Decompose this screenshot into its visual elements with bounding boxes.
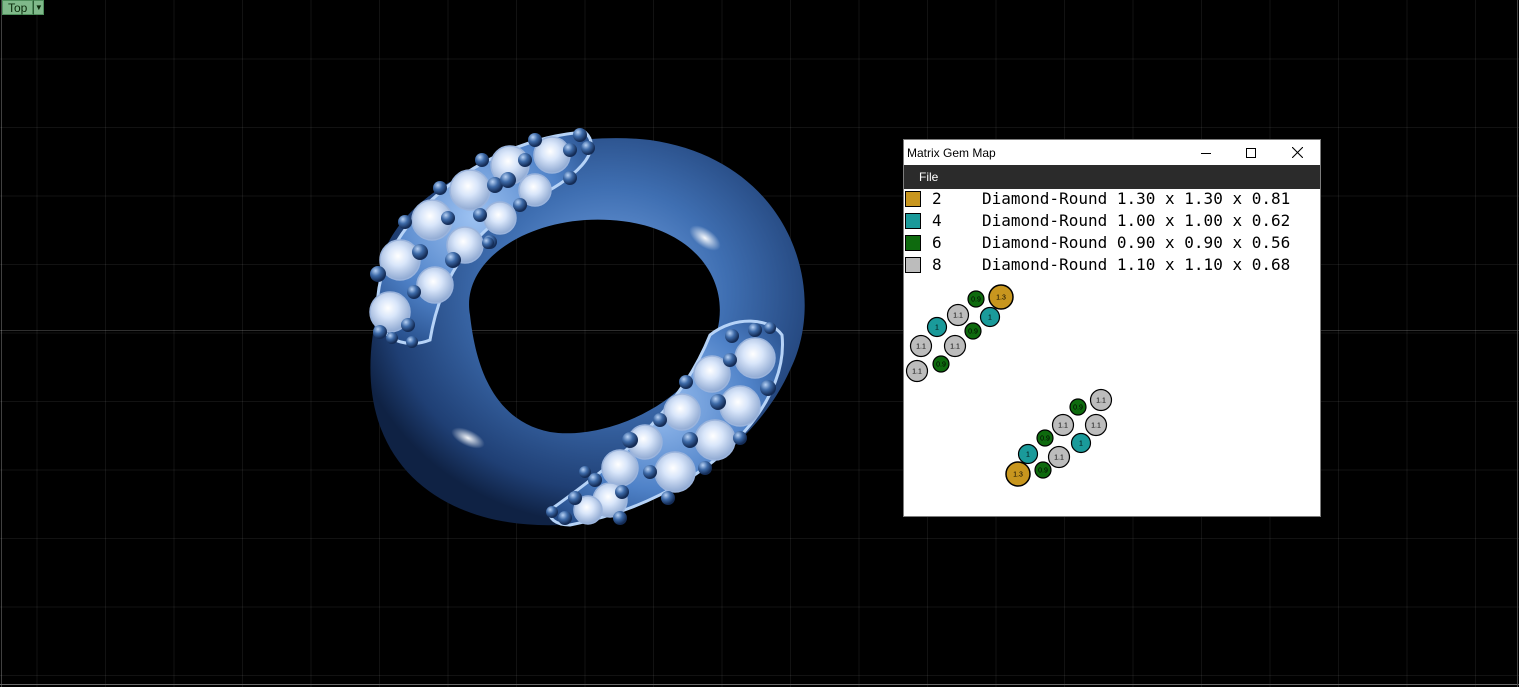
legend-description: Diamond-Round 1.30 x 1.30 x 0.81: [982, 189, 1291, 208]
gem-marker-label: 1.1: [953, 313, 963, 320]
gem-marker-label: 0.9: [936, 362, 946, 369]
gem-marker-label: 0.9: [971, 297, 981, 304]
gem-marker-label: 0.9: [1040, 436, 1050, 443]
close-icon[interactable]: [1274, 140, 1320, 165]
gem-marker-label: 1: [1079, 441, 1083, 448]
viewport-border-bottom: [0, 684, 1519, 685]
legend-count: 6: [932, 233, 942, 252]
gem-cluster-upper: 1.3 0.9 1 1.1 0.9 1 1.1 1.1 0.9 1.1: [905, 284, 1014, 383]
viewport-label[interactable]: Top ▼: [2, 0, 45, 15]
legend-row: 8 Diamond-Round 1.10 x 1.10 x 0.68: [904, 255, 1320, 277]
legend-swatch: [905, 213, 921, 229]
gem-marker-label: 1.1: [912, 369, 922, 376]
gem-marker-label: 1.3: [1013, 472, 1023, 479]
gem-marker-label: 1.1: [950, 344, 960, 351]
maximize-icon[interactable]: [1228, 140, 1274, 165]
legend-description: Diamond-Round 1.10 x 1.10 x 0.68: [982, 255, 1291, 274]
gem-legend: 2 Diamond-Round 1.30 x 1.30 x 0.81 4 Dia…: [904, 189, 1320, 277]
minimize-icon[interactable]: [1183, 140, 1229, 165]
gem-marker-label: 1: [935, 325, 939, 332]
menu-bar: File: [904, 165, 1320, 189]
gem-marker-label: 1: [1026, 452, 1030, 459]
ring-model[interactable]: [320, 120, 820, 540]
legend-description: Diamond-Round 0.90 x 0.90 x 0.56: [982, 233, 1291, 252]
gem-marker-label: 1.1: [916, 344, 926, 351]
legend-count: 2: [932, 189, 942, 208]
gem-map-canvas[interactable]: 1.3 0.9 1 1.1 0.9 1 1.1 1.1 0.9 1.1 1.1 …: [904, 277, 1320, 516]
gem-marker-label: 1.3: [996, 295, 1006, 302]
y-axis-line: [1, 0, 2, 687]
legend-count: 8: [932, 255, 942, 274]
gem-marker-label: 0.9: [1073, 405, 1083, 412]
legend-row: 4 Diamond-Round 1.00 x 1.00 x 0.62: [904, 211, 1320, 233]
legend-swatch: [905, 257, 921, 273]
menu-file[interactable]: File: [919, 170, 938, 184]
gem-marker-label: 1.1: [1091, 423, 1101, 430]
legend-swatch: [905, 191, 921, 207]
window-titlebar[interactable]: Matrix Gem Map: [904, 140, 1320, 165]
legend-row: 2 Diamond-Round 1.30 x 1.30 x 0.81: [904, 189, 1320, 211]
window-title: Matrix Gem Map: [907, 145, 996, 160]
legend-swatch: [905, 235, 921, 251]
viewport-menu-arrow-icon[interactable]: ▼: [33, 0, 45, 15]
gem-marker-label: 1.1: [1054, 455, 1064, 462]
viewport-border-right: [1517, 0, 1518, 687]
viewport-name[interactable]: Top: [2, 0, 34, 15]
gem-marker-label: 0.9: [968, 329, 978, 336]
gem-marker-label: 1: [988, 315, 992, 322]
legend-count: 4: [932, 211, 942, 230]
gem-marker-label: 0.9: [1038, 468, 1048, 475]
matrix-gem-map-window[interactable]: Matrix Gem Map File 2 Diamond-Round 1.30…: [904, 140, 1320, 516]
gem-marker-label: 1.1: [1096, 398, 1106, 405]
gem-cluster-lower: 1.1 0.9 1.1 1.1 1 0.9 1.1 1 0.9 1.3: [1005, 388, 1113, 487]
gem-marker-label: 1.1: [1058, 423, 1068, 430]
legend-row: 6 Diamond-Round 0.90 x 0.90 x 0.56: [904, 233, 1320, 255]
legend-description: Diamond-Round 1.00 x 1.00 x 0.62: [982, 211, 1291, 230]
